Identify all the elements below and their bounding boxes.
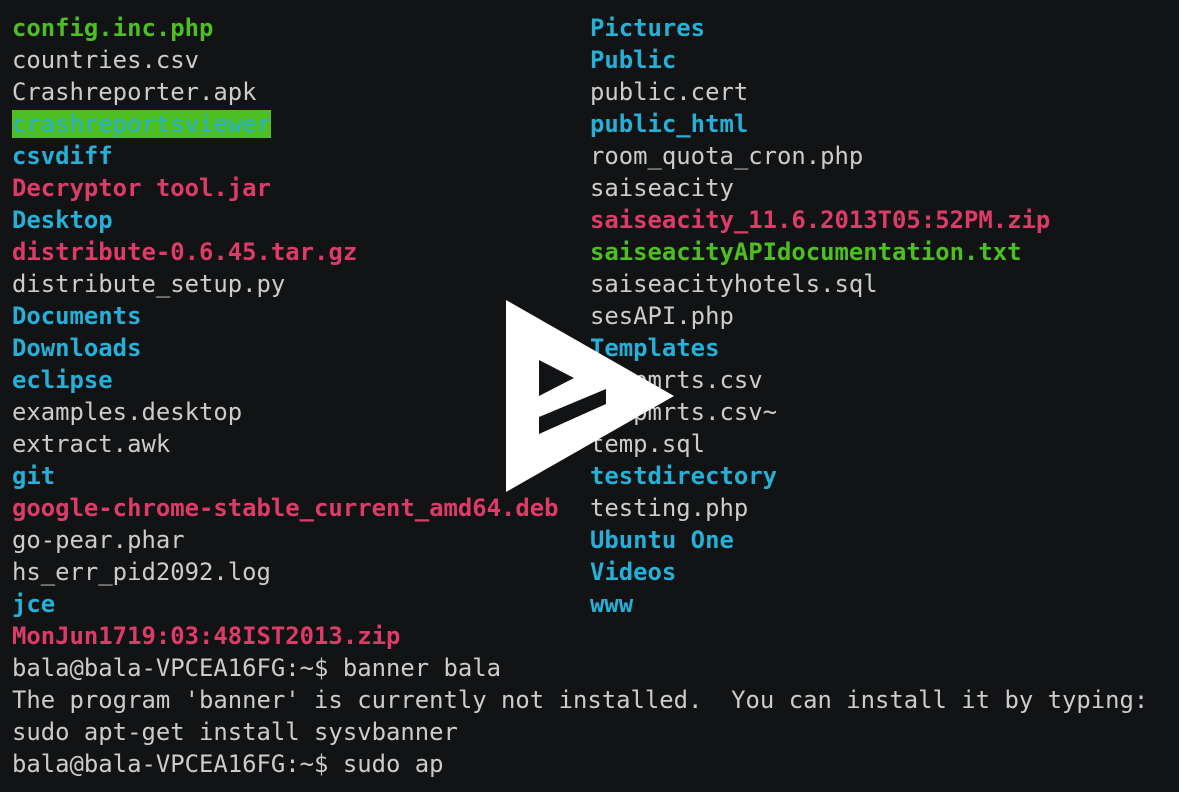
- file-name: Desktop: [12, 206, 113, 234]
- ls-entry: Crashreporter.apk: [12, 76, 590, 108]
- ls-entry: Documents: [12, 300, 590, 332]
- ls-entry: distribute-0.6.45.tar.gz: [12, 236, 590, 268]
- terminal-window[interactable]: config.inc.php countries.csv Crashreport…: [0, 0, 1179, 792]
- ls-entry: csvdiff: [12, 140, 590, 172]
- file-name: distribute_setup.py: [12, 270, 286, 298]
- file-name: Videos: [590, 558, 677, 586]
- ls-entry: Decryptor tool.jar: [12, 172, 590, 204]
- file-name: saiseacity_11.6.2013T05:52PM.zip: [590, 206, 1051, 234]
- file-name: saiseacity: [590, 174, 734, 202]
- ls-entry: sesAPI.php: [590, 300, 1170, 332]
- ls-entry: Downloads: [12, 332, 590, 364]
- ls-column-right: Pictures Public public.cert public_html …: [590, 12, 1170, 652]
- ls-entry: google-chrome-stable_current_amd64.deb: [12, 492, 590, 524]
- ls-entry: crashreportsviewer: [12, 108, 590, 140]
- ls-entry: public.cert: [590, 76, 1170, 108]
- console-output: bala@bala-VPCEA16FG:~$ banner bala The p…: [0, 652, 1179, 780]
- file-name: countries.csv: [12, 46, 199, 74]
- file-name: Pictures: [590, 14, 706, 42]
- ls-entry: temp.sql: [590, 428, 1170, 460]
- output-line: The program 'banner' is currently not in…: [12, 686, 1149, 714]
- file-name: csvdiff: [12, 142, 113, 170]
- file-name: MonJun1719:03:48IST2013.zip: [12, 622, 401, 650]
- prompt-line-current[interactable]: bala@bala-VPCEA16FG:~$ sudo ap: [12, 748, 1179, 780]
- file-name: examples.desktop: [12, 398, 243, 426]
- file-name: distribute-0.6.45.tar.gz: [12, 238, 358, 266]
- ls-entry: saiseacityhotels.sql: [590, 268, 1170, 300]
- prompt-line: bala@bala-VPCEA16FG:~$ banner bala: [12, 654, 502, 682]
- file-name: public.cert: [590, 78, 749, 106]
- ls-entry: testing.php: [590, 492, 1170, 524]
- file-name: Decryptor tool.jar: [12, 174, 271, 202]
- file-name: config.inc.php: [12, 14, 214, 42]
- ls-entry: tempmrts.csv: [590, 364, 1170, 396]
- ls-entry: tempmrts.csv~: [590, 396, 1170, 428]
- file-name: www: [590, 590, 634, 618]
- file-name: Downloads: [12, 334, 142, 362]
- ls-entry: distribute_setup.py: [12, 268, 590, 300]
- asciinema-play-icon[interactable]: [506, 300, 674, 492]
- ls-entry: Ubuntu One: [590, 524, 1170, 556]
- ls-entry: Public: [590, 44, 1170, 76]
- ls-entry: Videos: [590, 556, 1170, 588]
- ls-entry: go-pear.phar: [12, 524, 590, 556]
- ls-entry: saiseacity_11.6.2013T05:52PM.zip: [590, 204, 1170, 236]
- file-name: Documents: [12, 302, 142, 330]
- file-name: hs_err_pid2092.log: [12, 558, 271, 586]
- ls-entry: extract.awk: [12, 428, 590, 460]
- ls-entry: testdirectory: [590, 460, 1170, 492]
- file-name: saiseacityAPIdocumentation.txt: [590, 238, 1022, 266]
- file-name: saiseacityhotels.sql: [590, 270, 878, 298]
- file-name: jce: [12, 590, 56, 618]
- file-name: extract.awk: [12, 430, 171, 458]
- ls-column-left: config.inc.php countries.csv Crashreport…: [0, 12, 590, 652]
- file-name: git: [12, 462, 56, 490]
- file-name: Crashreporter.apk: [12, 78, 257, 106]
- ls-entry: MonJun1719:03:48IST2013.zip: [12, 620, 590, 652]
- file-name: testing.php: [590, 494, 749, 522]
- ls-entry: eclipse: [12, 364, 590, 396]
- play-icon-graphic: [506, 300, 674, 492]
- ls-entry: room_quota_cron.php: [590, 140, 1170, 172]
- ls-entry: countries.csv: [12, 44, 590, 76]
- ls-entry: git: [12, 460, 590, 492]
- ls-entry: saiseacity: [590, 172, 1170, 204]
- file-name: google-chrome-stable_current_amd64.deb: [12, 494, 559, 522]
- ls-entry: Pictures: [590, 12, 1170, 44]
- ls-entry: www: [590, 588, 1170, 620]
- output-line: sudo apt-get install sysvbanner: [12, 718, 458, 746]
- file-name: go-pear.phar: [12, 526, 185, 554]
- ls-entry: Desktop: [12, 204, 590, 236]
- ls-entry: config.inc.php: [12, 12, 590, 44]
- file-name: eclipse: [12, 366, 113, 394]
- ls-entry: hs_err_pid2092.log: [12, 556, 590, 588]
- ls-entry: public_html: [590, 108, 1170, 140]
- ls-entry: jce: [12, 588, 590, 620]
- file-name: room_quota_cron.php: [590, 142, 864, 170]
- ls-entry: Templates: [590, 332, 1170, 364]
- file-name: public_html: [590, 110, 749, 138]
- file-name: Ubuntu One: [590, 526, 734, 554]
- file-name: crashreportsviewer: [12, 110, 271, 138]
- file-name: Public: [590, 46, 677, 74]
- ls-entry: examples.desktop: [12, 396, 590, 428]
- ls-entry: saiseacityAPIdocumentation.txt: [590, 236, 1170, 268]
